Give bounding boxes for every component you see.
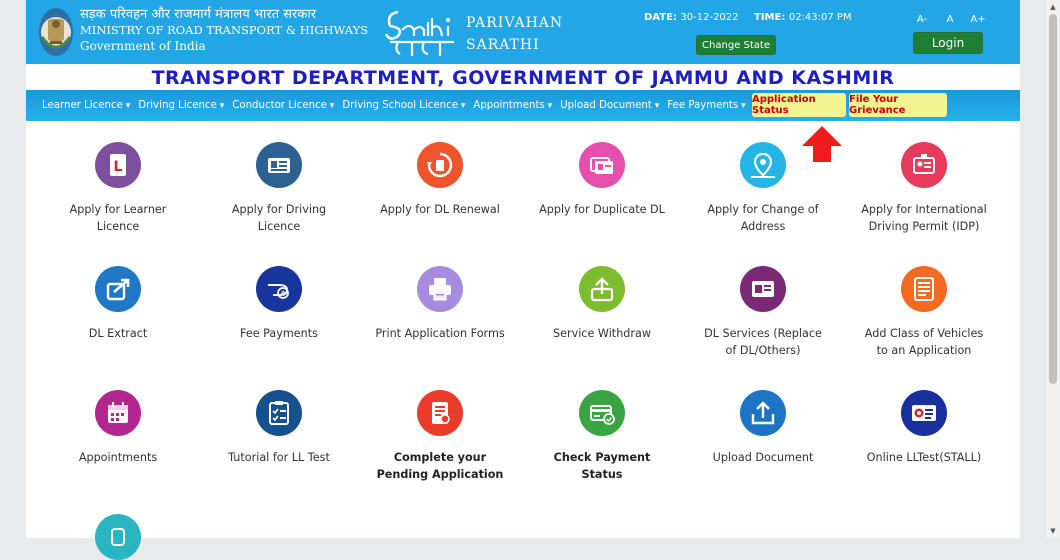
fee-payments-icon[interactable]: ₹	[256, 266, 302, 312]
sarathi-label: SARATHI	[466, 37, 540, 53]
payment-status-icon[interactable]	[579, 390, 625, 436]
change-address-icon[interactable]	[740, 142, 786, 188]
service-tile-more[interactable]	[38, 514, 198, 560]
idp-icon[interactable]	[901, 142, 947, 188]
service-tile-service-withdraw[interactable]: Service Withdraw	[522, 266, 682, 343]
dl-renewal-icon[interactable]	[417, 142, 463, 188]
service-tile-apply-for-driving-licence[interactable]: Apply for Driving Licence	[199, 142, 359, 235]
service-label[interactable]: Apply for International Driving Permit (I…	[844, 202, 1004, 235]
date-value: 30-12-2022	[680, 12, 739, 23]
service-label[interactable]: Apply for Driving Licence	[199, 202, 359, 235]
service-tile-upload-document[interactable]: Upload Document	[683, 390, 843, 467]
service-tile-fee-payments[interactable]: ₹ Fee Payments	[199, 266, 359, 343]
application-status-button[interactable]: Application Status	[752, 93, 846, 117]
time-value: 02:43:07 PM	[788, 12, 852, 23]
duplicate-dl-icon[interactable]	[579, 142, 625, 188]
service-tile-check-payment-status[interactable]: Check Payment Status	[522, 390, 682, 483]
sarathi-logo-icon	[384, 10, 454, 56]
department-title: TRANSPORT DEPARTMENT, GOVERNMENT OF JAMM…	[151, 67, 895, 89]
service-tile-dl-extract[interactable]: DL Extract	[38, 266, 198, 343]
nav-item-fee-payments[interactable]: Fee Payments	[667, 100, 745, 111]
service-tile-apply-for-international-driving-permit-idp[interactable]: Apply for International Driving Permit (I…	[844, 142, 1004, 235]
date-time: DATE: 30-12-2022 TIME: 02:43:07 PM	[644, 12, 864, 23]
learner-licence-icon[interactable]: L	[95, 142, 141, 188]
nav-menu: Learner Licence Driving Licence Conductor …	[42, 90, 803, 121]
header: सड़क परिवहन और राजमार्ग मंत्रालय भारत सर…	[26, 0, 1020, 64]
login-button[interactable]: Login	[913, 32, 983, 54]
service-label[interactable]: DL Services (Replace of DL/Others)	[683, 326, 843, 359]
service-label[interactable]: Complete your Pending Application	[360, 450, 520, 483]
scroll-up-icon[interactable]: ▲	[1046, 0, 1060, 14]
dl-services-icon[interactable]	[740, 266, 786, 312]
font-size-controls: A- A A+	[912, 11, 988, 27]
service-tile-apply-for-dl-renewal[interactable]: Apply for DL Renewal	[360, 142, 520, 219]
tutorial-icon[interactable]	[256, 390, 302, 436]
nav-item-conductor-licence[interactable]: Conductor Licence	[232, 100, 334, 111]
service-label[interactable]: Upload Document	[683, 450, 843, 467]
upload-document-icon[interactable]	[740, 390, 786, 436]
nav-item-upload-document[interactable]: Upload Document	[560, 100, 659, 111]
service-tile-tutorial-for-ll-test[interactable]: Tutorial for LL Test	[199, 390, 359, 467]
font-normal-button[interactable]: A	[940, 11, 960, 27]
file-grievance-button[interactable]: File Your Grievance	[849, 93, 947, 117]
svg-text:₹: ₹	[281, 290, 286, 298]
service-tile-appointments[interactable]: Appointments	[38, 390, 198, 467]
service-label[interactable]: Appointments	[38, 450, 198, 467]
service-tile-apply-for-learner-licence[interactable]: L Apply for Learner Licence	[38, 142, 198, 235]
font-increase-button[interactable]: A+	[968, 11, 988, 27]
parivahan-label: PARIVAHAN	[466, 15, 564, 31]
service-tile-apply-for-duplicate-dl[interactable]: Apply for Duplicate DL	[522, 142, 682, 219]
next-service-icon[interactable]	[95, 514, 141, 560]
service-tile-add-class-of-vehicles-to-an-application[interactable]: Add Class of Vehicles to an Application	[844, 266, 1004, 359]
service-label[interactable]: DL Extract	[38, 326, 198, 343]
service-tile-online-lltest-stall[interactable]: Online LLTest(STALL)	[844, 390, 1004, 467]
service-label[interactable]: Online LLTest(STALL)	[844, 450, 1004, 467]
ministry-name: सड़क परिवहन और राजमार्ग मंत्रालय भारत सर…	[80, 6, 368, 54]
date-label: DATE:	[644, 12, 677, 23]
service-label[interactable]: Tutorial for LL Test	[199, 450, 359, 467]
government-of-india: Government of India	[80, 39, 206, 53]
nav-item-driving-school-licence[interactable]: Driving School Licence	[342, 100, 465, 111]
add-class-icon[interactable]	[901, 266, 947, 312]
service-label[interactable]: Fee Payments	[199, 326, 359, 343]
online-lltest-icon[interactable]	[901, 390, 947, 436]
svg-text:L: L	[114, 159, 123, 175]
service-tile-print-application-forms[interactable]: Print Application Forms	[360, 266, 520, 343]
emblem-icon	[39, 8, 73, 56]
scroll-down-icon[interactable]: ▼	[1046, 524, 1060, 538]
nav-item-learner-licence[interactable]: Learner Licence	[42, 100, 130, 111]
parivahan-sarathi: PARIVAHAN SARATHI	[466, 12, 563, 56]
service-withdraw-icon[interactable]	[579, 266, 625, 312]
font-decrease-button[interactable]: A-	[912, 11, 932, 27]
nav-item-driving-licence[interactable]: Driving Licence	[138, 100, 224, 111]
service-label[interactable]: Apply for DL Renewal	[360, 202, 520, 219]
service-label[interactable]: Check Payment Status	[522, 450, 682, 483]
change-state-button[interactable]: Change State	[696, 35, 776, 55]
print-forms-icon[interactable]	[417, 266, 463, 312]
page: सड़क परिवहन और राजमार्ग मंत्रालय भारत सर…	[26, 0, 1020, 560]
pending-application-icon[interactable]	[417, 390, 463, 436]
service-label[interactable]: Apply for Learner Licence	[38, 202, 198, 235]
scrollbar[interactable]: ▲ ▼	[1045, 0, 1060, 538]
scroll-thumb[interactable]	[1049, 14, 1057, 384]
dl-extract-icon[interactable]	[95, 266, 141, 312]
appointments-icon[interactable]	[95, 390, 141, 436]
service-tile-apply-for-change-of-address[interactable]: Apply for Change of Address	[683, 142, 843, 235]
service-label[interactable]: Service Withdraw	[522, 326, 682, 343]
service-label[interactable]: Apply for Change of Address	[683, 202, 843, 235]
service-label[interactable]: Print Application Forms	[360, 326, 520, 343]
service-label[interactable]: Apply for Duplicate DL	[522, 202, 682, 219]
nav-item-appointments[interactable]: Appointments	[473, 100, 552, 111]
service-tile-dl-services-replace-of-dl-others[interactable]: DL Services (Replace of DL/Others)	[683, 266, 843, 359]
service-label[interactable]: Add Class of Vehicles to an Application	[844, 326, 1004, 359]
time-label: TIME:	[754, 12, 786, 23]
ministry-hindi: सड़क परिवहन और राजमार्ग मंत्रालय भारत सर…	[80, 7, 317, 22]
ministry-english: MINISTRY OF ROAD TRANSPORT & HIGHWAYS	[80, 23, 369, 37]
driving-licence-icon[interactable]	[256, 142, 302, 188]
service-tile-complete-your-pending-application[interactable]: Complete your Pending Application	[360, 390, 520, 483]
